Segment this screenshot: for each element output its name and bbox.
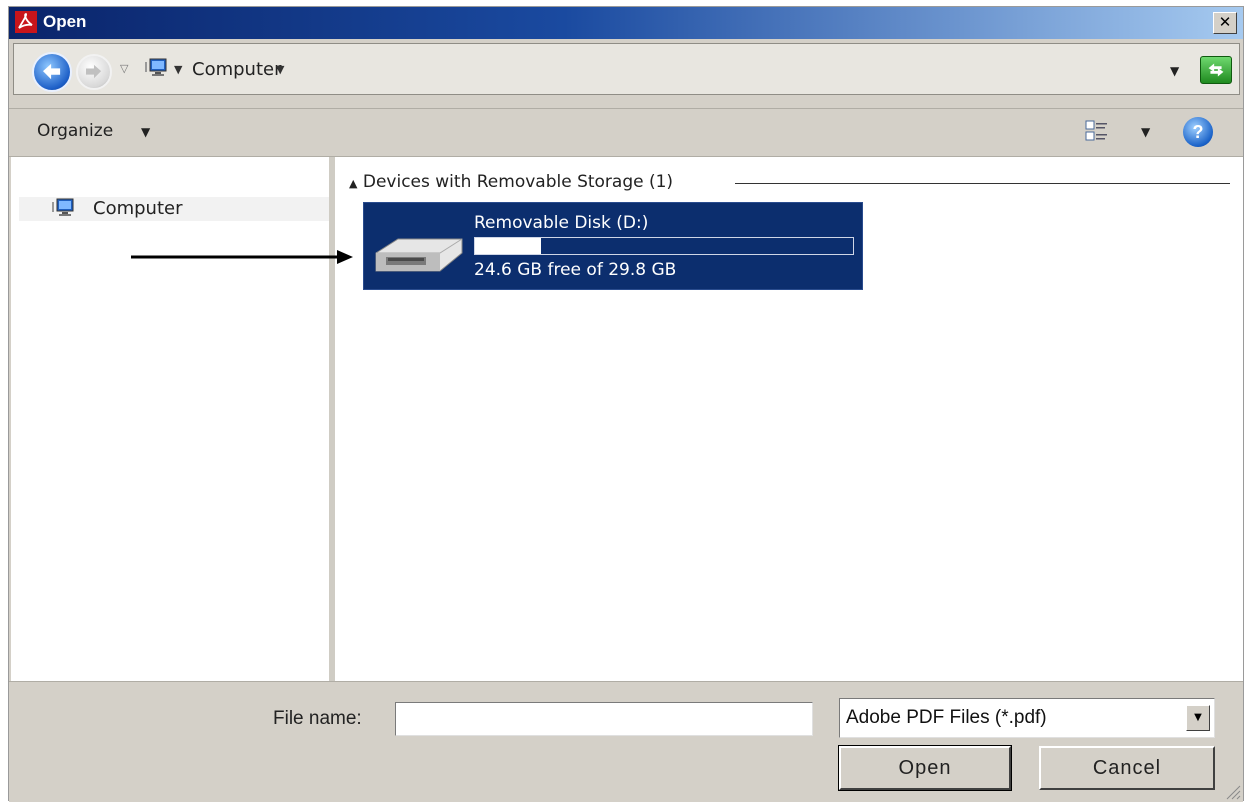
acrobat-icon bbox=[15, 11, 37, 33]
chevron-down-icon[interactable]: ▼ bbox=[1141, 125, 1150, 139]
chevron-down-icon[interactable]: ▼ bbox=[276, 63, 284, 76]
group-header-label: Devices with Removable Storage (1) bbox=[362, 172, 674, 192]
open-dialog: Open ✕ ▽ ▼ Computer ▼ ▼ Organize ▼ ▼ ? C… bbox=[8, 6, 1244, 802]
recent-pages-icon[interactable]: ▽ bbox=[120, 62, 134, 76]
file-type-dropdown-button[interactable]: ▼ bbox=[1186, 705, 1210, 731]
chevron-down-icon[interactable]: ▼ bbox=[174, 63, 182, 76]
title-bar[interactable]: Open ✕ bbox=[9, 7, 1243, 39]
drive-usage-fill bbox=[475, 238, 542, 254]
drive-item-removable-disk[interactable]: Removable Disk (D:) 24.6 GB free of 29.8… bbox=[363, 202, 863, 290]
window-title: Open bbox=[43, 12, 87, 31]
views-icon[interactable] bbox=[1085, 119, 1109, 143]
file-list: ▲ Devices with Removable Storage (1) Rem… bbox=[335, 157, 1243, 681]
dialog-footer: File name: Adobe PDF Files (*.pdf) ▼ Ope… bbox=[9, 681, 1243, 802]
address-history-dropdown[interactable]: ▼ bbox=[1170, 64, 1179, 78]
help-icon[interactable]: ? bbox=[1183, 117, 1213, 147]
back-button[interactable] bbox=[32, 52, 72, 92]
usb-drive-icon bbox=[375, 238, 463, 272]
drive-free-space: 24.6 GB free of 29.8 GB bbox=[474, 260, 677, 280]
computer-icon bbox=[145, 58, 167, 76]
open-button[interactable]: Open bbox=[838, 745, 1012, 791]
group-divider bbox=[735, 183, 1230, 184]
file-name-label: File name: bbox=[273, 708, 362, 729]
drive-name: Removable Disk (D:) bbox=[474, 213, 649, 233]
chevron-down-icon: ▼ bbox=[1194, 712, 1202, 723]
collapse-icon: ▲ bbox=[349, 177, 358, 190]
arrow-icon bbox=[131, 250, 353, 264]
file-type-select[interactable]: Adobe PDF Files (*.pdf) ▼ bbox=[839, 698, 1215, 738]
file-type-selected: Adobe PDF Files (*.pdf) bbox=[846, 707, 1047, 728]
command-bar: Organize ▼ ▼ ? bbox=[9, 109, 1243, 157]
refresh-icon bbox=[1208, 63, 1224, 77]
group-header[interactable]: ▲ Devices with Removable Storage (1) bbox=[349, 172, 673, 192]
drive-usage-bar bbox=[474, 237, 854, 255]
back-icon bbox=[43, 63, 61, 80]
address-bar[interactable]: ▽ ▼ Computer ▼ ▼ bbox=[13, 43, 1240, 95]
cancel-button[interactable]: Cancel bbox=[1039, 746, 1215, 790]
resize-grip-icon[interactable] bbox=[1223, 782, 1241, 800]
file-name-input[interactable] bbox=[395, 702, 813, 736]
refresh-button[interactable] bbox=[1200, 56, 1232, 84]
forward-icon bbox=[86, 64, 102, 79]
close-icon: ✕ bbox=[1218, 13, 1232, 31]
forward-button[interactable] bbox=[76, 54, 112, 90]
navigation-row: ▽ ▼ Computer ▼ ▼ bbox=[9, 39, 1243, 109]
navigation-pane: Computer bbox=[11, 157, 335, 681]
computer-icon bbox=[52, 198, 74, 216]
organize-button[interactable]: Organize bbox=[37, 121, 113, 141]
close-button[interactable]: ✕ bbox=[1213, 12, 1237, 34]
address-location[interactable]: Computer bbox=[192, 59, 281, 80]
nav-item-computer[interactable]: Computer bbox=[19, 197, 329, 221]
nav-item-label: Computer bbox=[93, 198, 183, 219]
chevron-down-icon[interactable]: ▼ bbox=[141, 125, 150, 139]
